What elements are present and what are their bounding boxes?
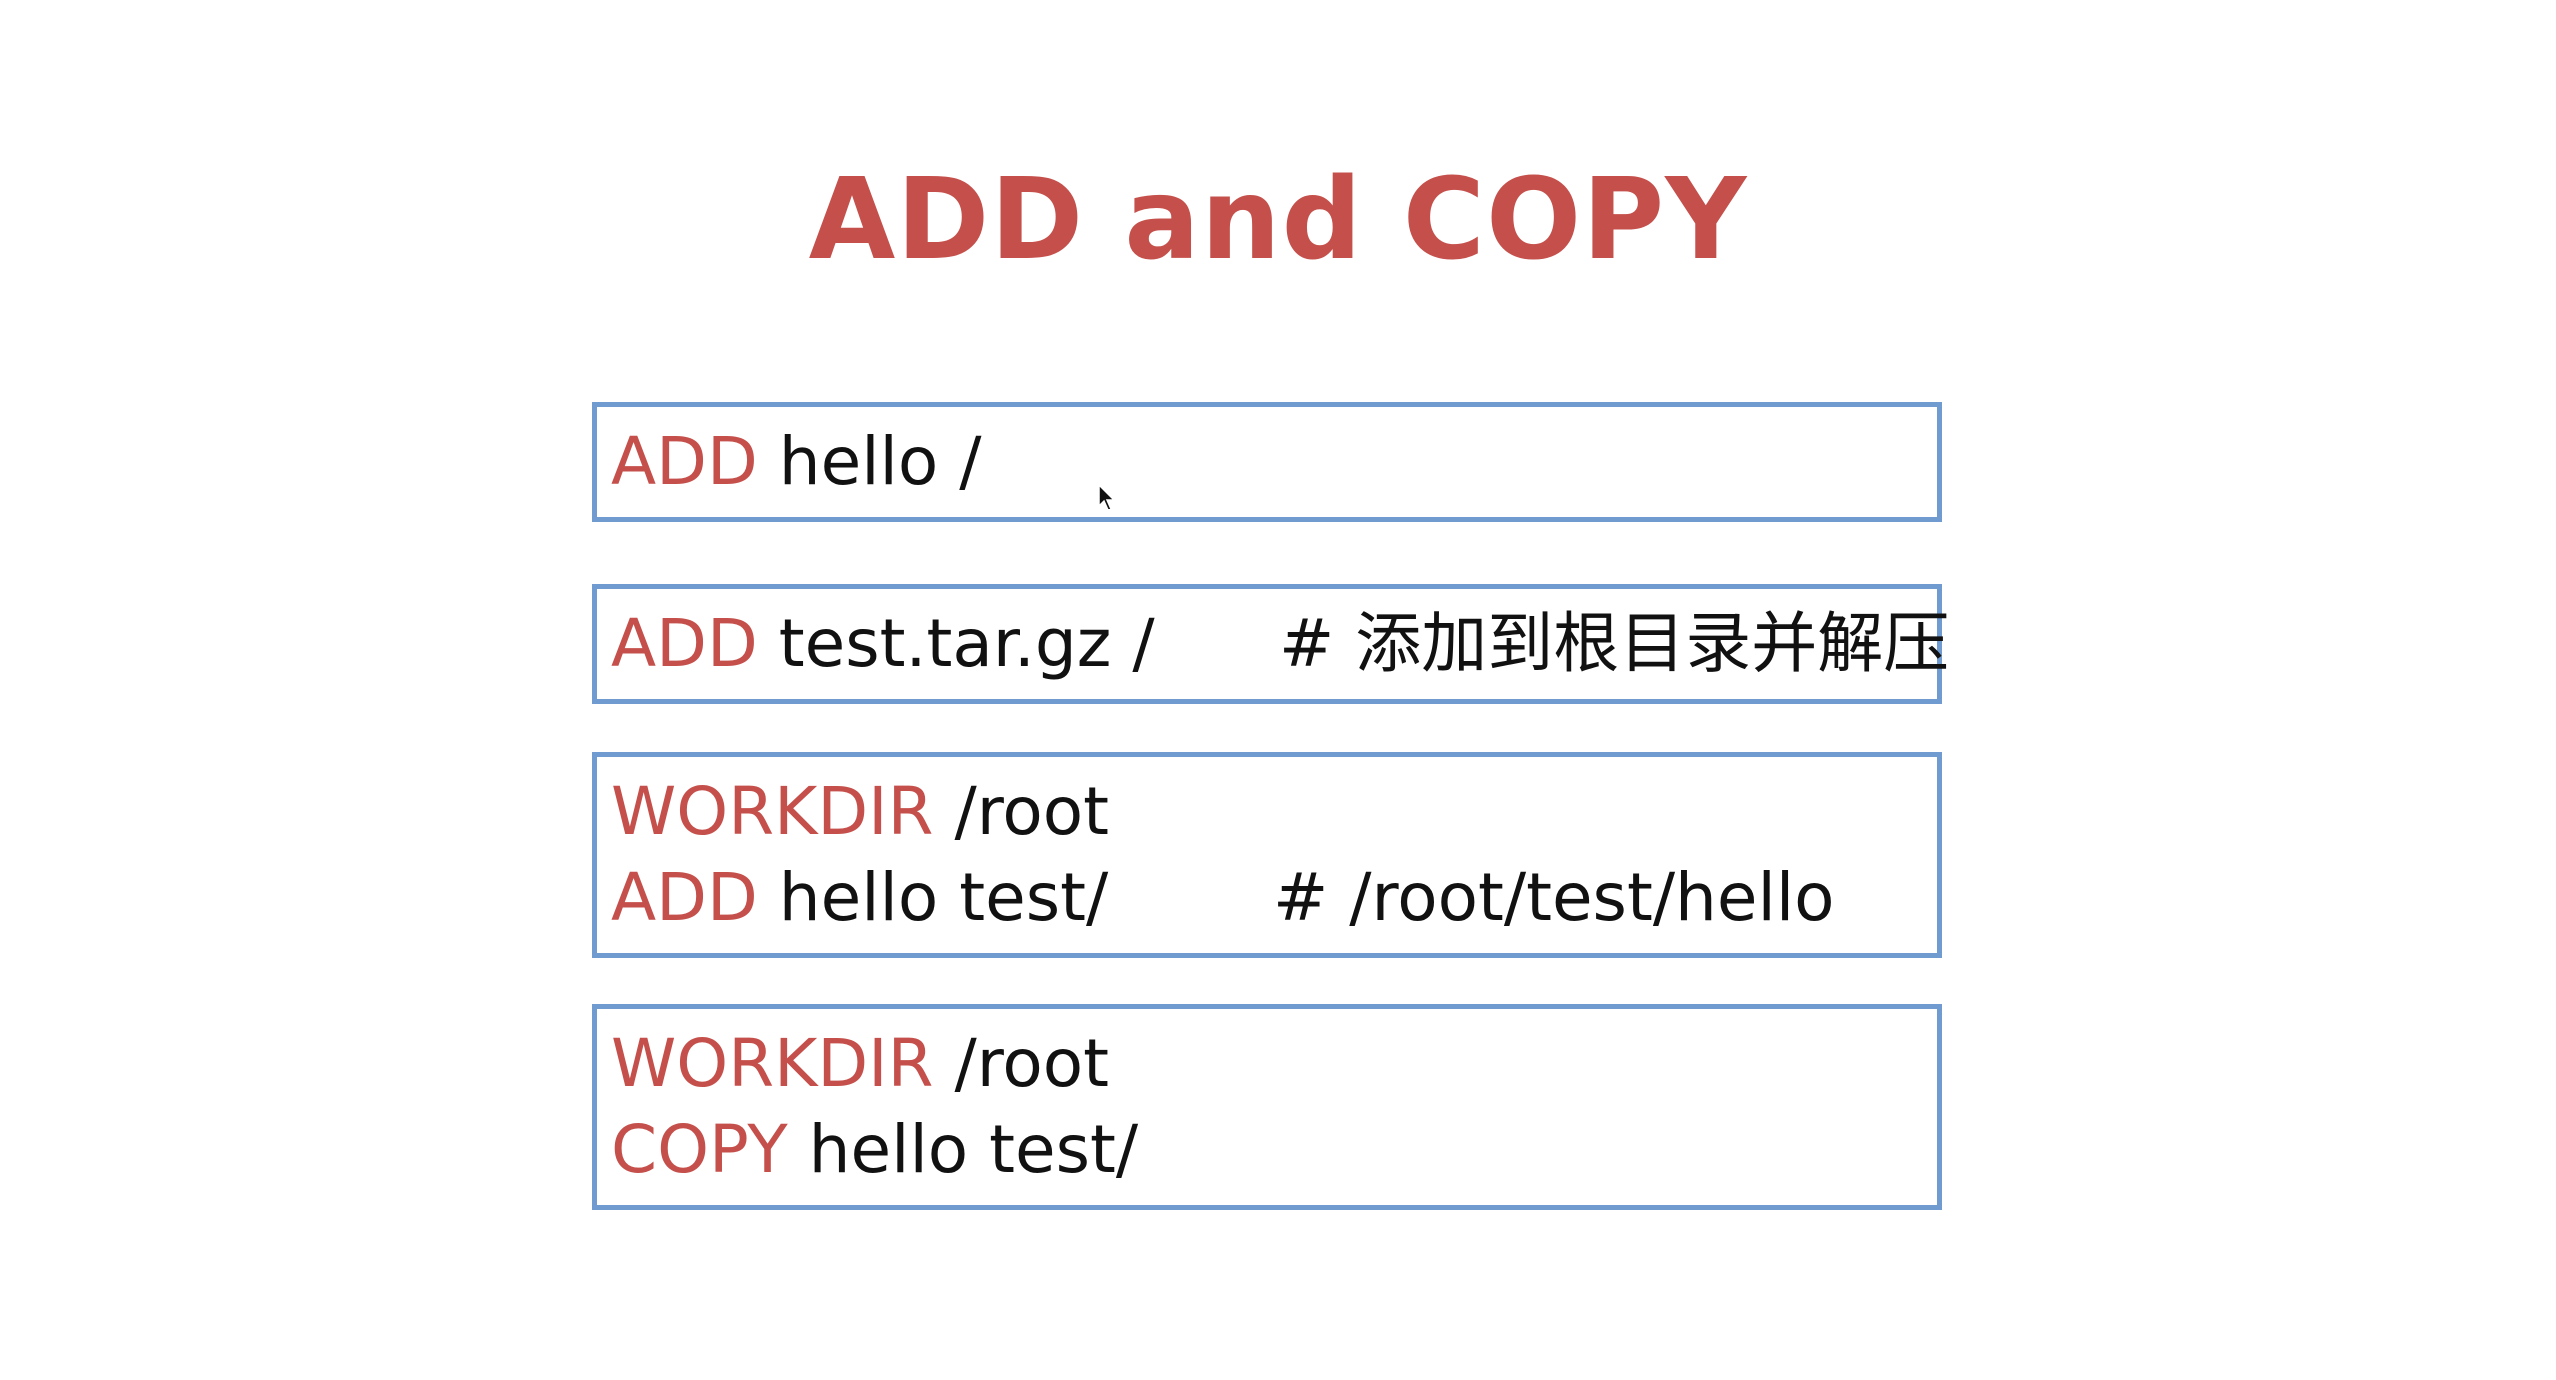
- mouse-pointer-icon: [1098, 484, 1116, 511]
- instruction-args: hello test/: [787, 1111, 1139, 1188]
- code-block-add-hello: ADD hello /: [592, 402, 1942, 522]
- dockerfile-keyword: WORKDIR: [611, 773, 934, 850]
- code-line: WORKDIR /root: [611, 769, 1937, 855]
- code-line: ADD hello /: [611, 407, 1937, 517]
- instruction-args: /root: [933, 773, 1110, 850]
- slide: ADD and COPY ADD hello / ADD test.tar.gz…: [0, 0, 2556, 1380]
- code-block-workdir-add: WORKDIR /root ADD hello test/ # /root/tes…: [592, 752, 1942, 958]
- dockerfile-keyword: COPY: [611, 1111, 788, 1188]
- code-block-workdir-copy: WORKDIR /root COPY hello test/: [592, 1004, 1942, 1210]
- code-line: ADD test.tar.gz / # 添加到根目录并解压: [611, 589, 1949, 699]
- code-comment: # /root/test/hello: [1273, 859, 1835, 936]
- code-line: WORKDIR /root: [611, 1021, 1937, 1107]
- dockerfile-keyword: WORKDIR: [611, 1025, 934, 1102]
- dockerfile-keyword: ADD: [611, 605, 758, 682]
- instruction-args: test.tar.gz /: [757, 605, 1155, 682]
- instruction-args: hello /: [757, 423, 982, 500]
- code-line: ADD hello test/ # /root/test/hello: [611, 855, 1937, 941]
- code-comment: # 添加到根目录并解压: [1279, 605, 1950, 682]
- instruction-args: hello test/: [757, 859, 1109, 936]
- dockerfile-keyword: ADD: [611, 859, 758, 936]
- code-block-add-tar: ADD test.tar.gz / # 添加到根目录并解压: [592, 584, 1949, 704]
- code-line: COPY hello test/: [611, 1107, 1937, 1193]
- dockerfile-keyword: ADD: [611, 423, 758, 500]
- instruction-args: /root: [933, 1025, 1110, 1102]
- slide-title: ADD and COPY: [808, 155, 1748, 285]
